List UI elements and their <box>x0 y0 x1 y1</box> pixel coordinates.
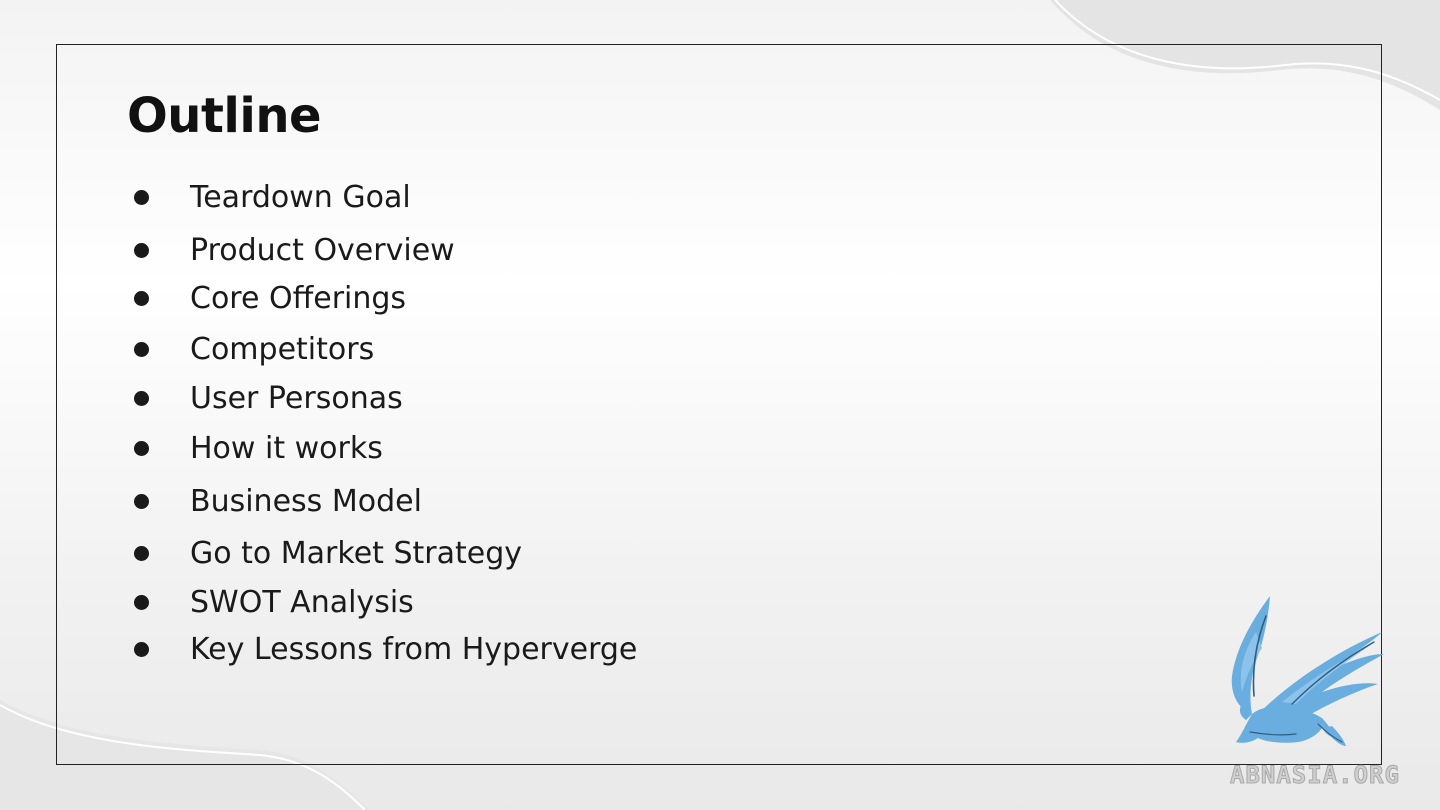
bullet-icon <box>134 595 149 610</box>
bullet-icon <box>134 291 149 306</box>
outline-item-label: Core Offerings <box>190 281 407 316</box>
outline-item-label: User Personas <box>190 381 403 416</box>
slide: { "slide": { "title": "Outline", "items"… <box>0 0 1440 810</box>
bullet-icon <box>134 190 149 205</box>
bullet-icon <box>134 391 149 406</box>
watermark-text: ABNASIA.ORG <box>1230 761 1400 790</box>
bullet-icon <box>134 342 149 357</box>
bullet-icon <box>134 642 149 657</box>
outline-item-label: Go to Market Strategy <box>190 536 522 571</box>
outline-item-label: Business Model <box>190 484 422 519</box>
outline-item-label: Competitors <box>190 332 375 367</box>
outline-item-label: Product Overview <box>190 233 455 268</box>
bullet-icon <box>134 243 149 258</box>
bullet-icon <box>134 494 149 509</box>
griffin-logo-icon <box>1231 596 1384 746</box>
bullet-icon <box>134 546 149 561</box>
slide-title: Outline <box>127 88 322 144</box>
bullet-icon <box>134 441 149 456</box>
outline-item-label: Teardown Goal <box>190 180 411 215</box>
outline-item-label: How it works <box>190 431 383 466</box>
outline-item-label: SWOT Analysis <box>190 585 414 620</box>
outline-item-label: Key Lessons from Hyperverge <box>190 632 638 667</box>
